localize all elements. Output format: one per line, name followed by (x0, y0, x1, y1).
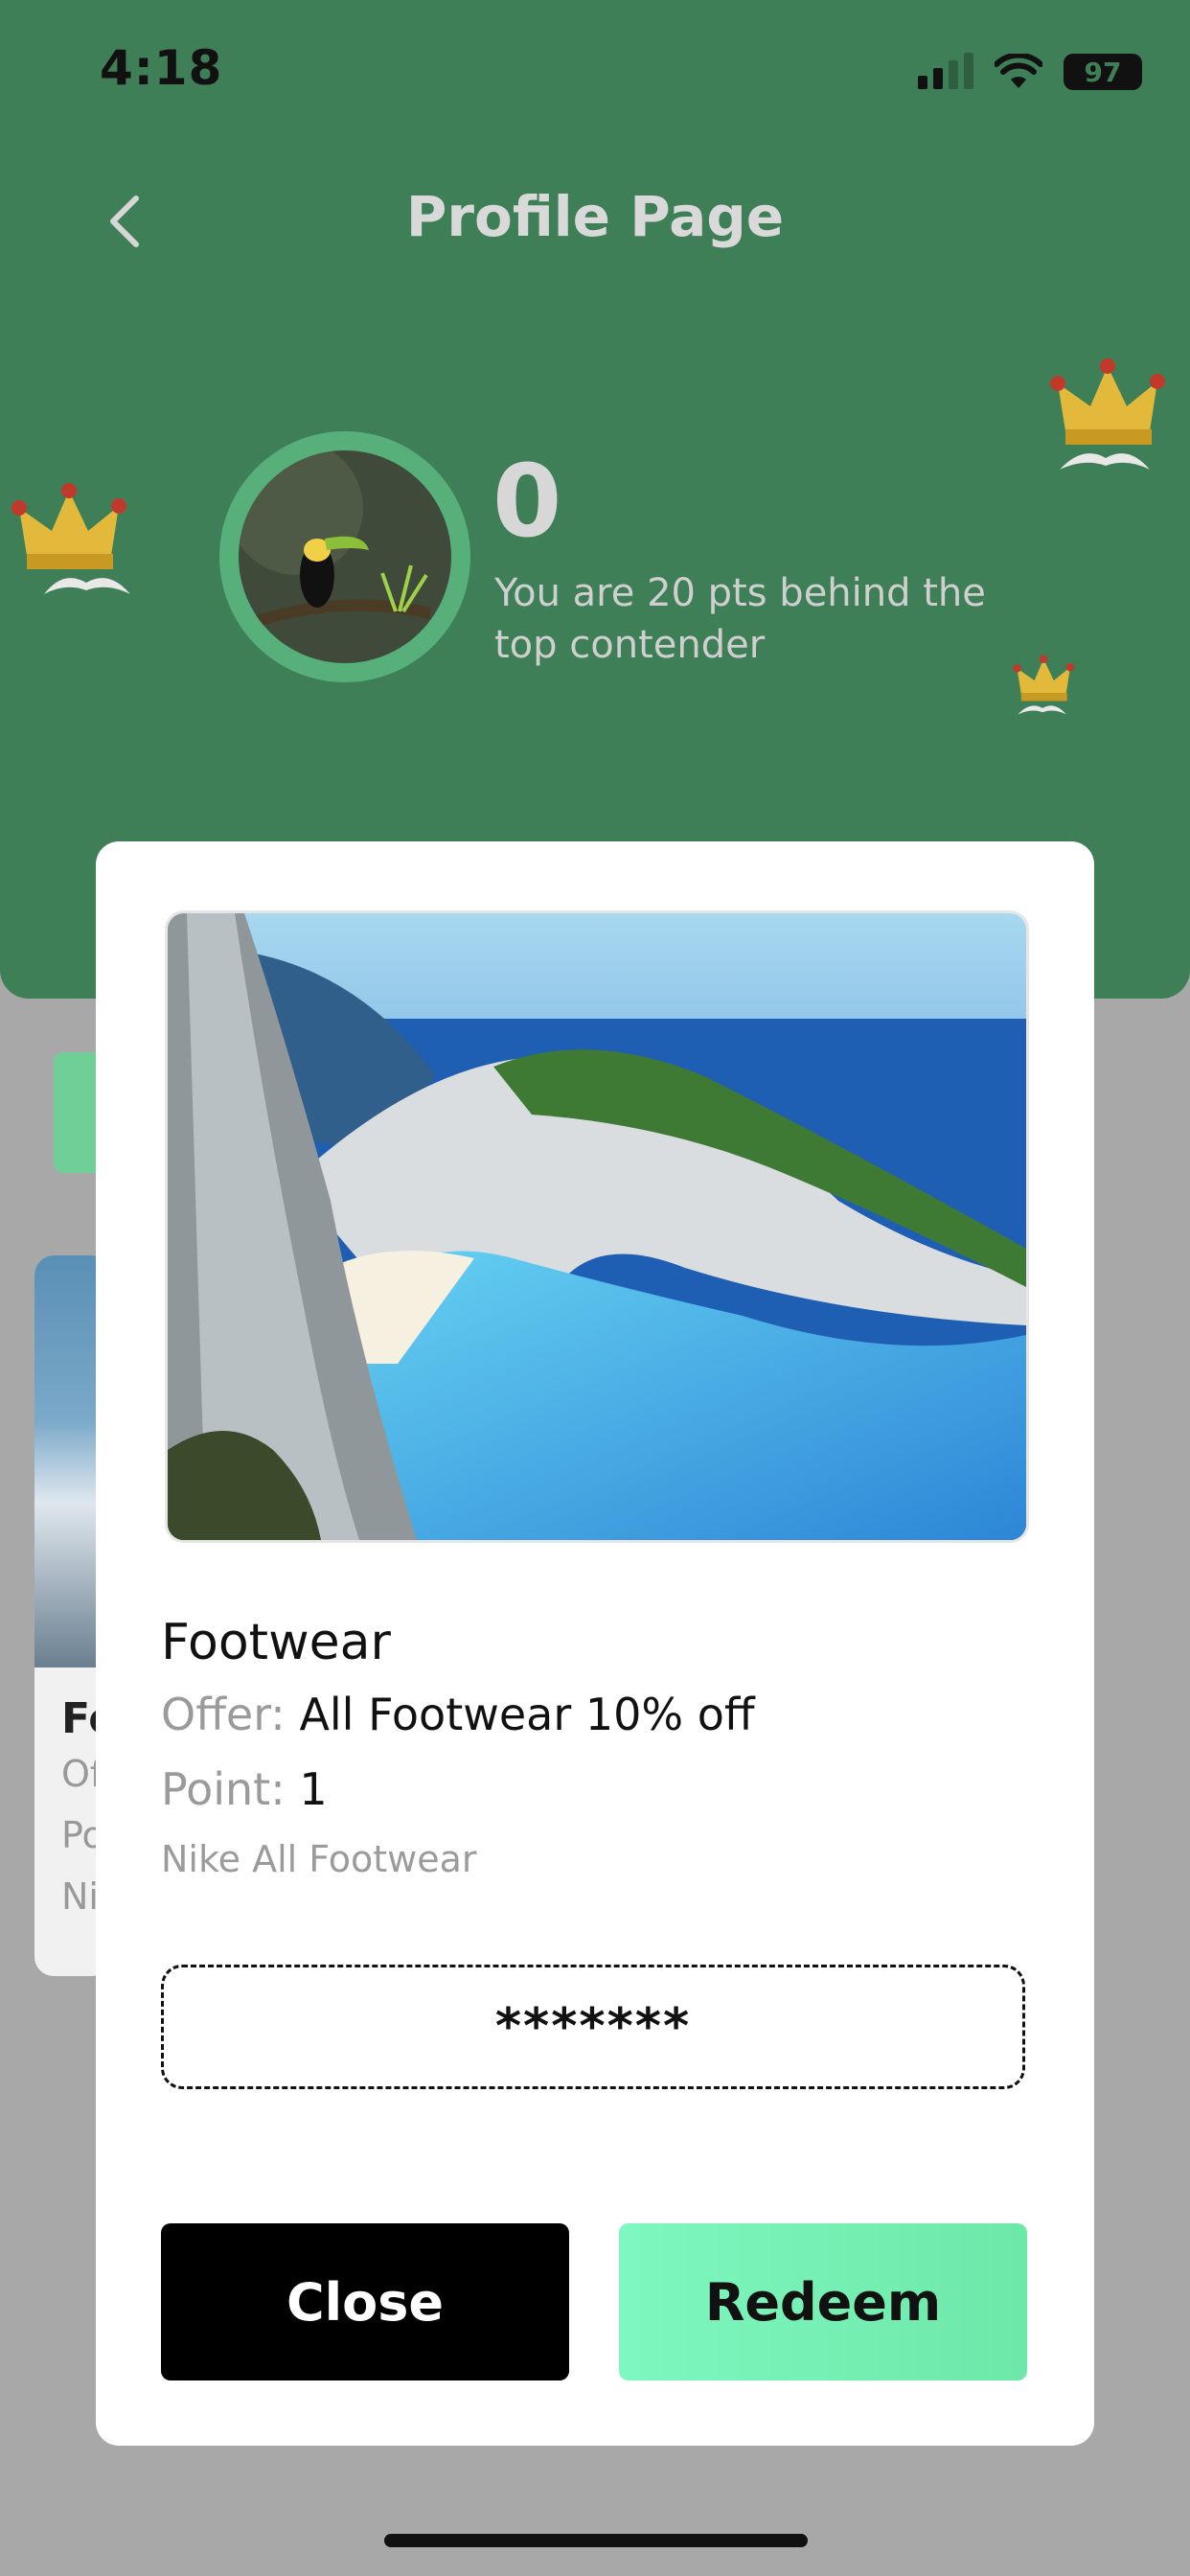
close-button[interactable]: Close (161, 2223, 569, 2380)
status-icons: 97 (918, 53, 1142, 90)
point-value: 1 (299, 1763, 328, 1815)
point-label: Point: (161, 1763, 286, 1815)
offer-value: All Footwear 10% off (299, 1689, 755, 1740)
status-time: 4:18 (100, 40, 223, 96)
crown-mustache-icon (1013, 655, 1075, 715)
avatar-image (239, 450, 451, 663)
points-behind-text: You are 20 pts behind the top contender (494, 571, 986, 667)
offer-modal: Footwear Offer: All Footwear 10% off Poi… (96, 841, 1094, 2446)
avatar[interactable] (219, 431, 470, 682)
crown-mustache-icon (11, 483, 130, 594)
battery-icon: 97 (1064, 54, 1142, 90)
offer-description: Nike All Footwear (161, 1838, 477, 1880)
offer-label: Offer: (161, 1689, 286, 1740)
offer-row: Offer: All Footwear 10% off (161, 1689, 755, 1740)
wifi-icon (995, 54, 1042, 88)
points-score: 0 (492, 443, 562, 560)
point-row: Point: 1 (161, 1763, 328, 1815)
redeem-button[interactable]: Redeem (619, 2223, 1027, 2380)
signal-icon (918, 53, 973, 89)
page-title: Profile Page (405, 184, 785, 249)
offer-title: Footwear (161, 1614, 391, 1671)
crown-mustache-icon (1050, 358, 1165, 470)
offer-image (165, 910, 1029, 1543)
home-indicator[interactable] (384, 2534, 808, 2547)
coupon-code[interactable]: ******* (161, 1965, 1025, 2089)
